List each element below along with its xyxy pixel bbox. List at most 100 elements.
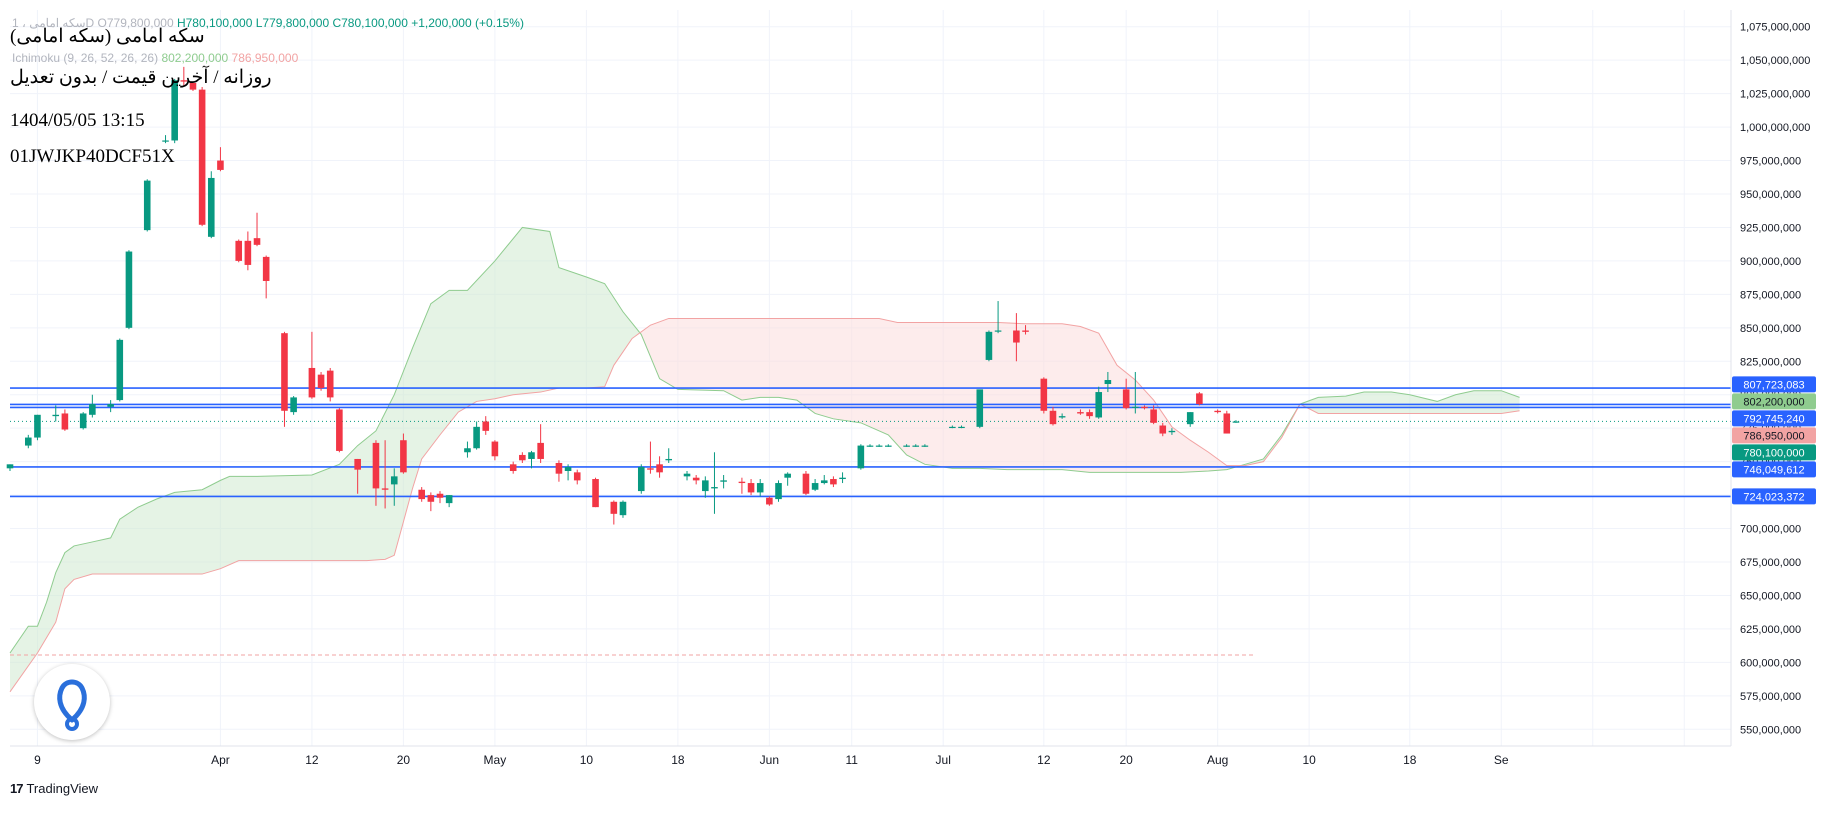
price-tick-label: 825,000,000 xyxy=(1740,356,1801,368)
candle-body xyxy=(1049,410,1057,425)
snapshot-code: 01JWJKP40DCF51X xyxy=(10,146,175,167)
candle-body xyxy=(1214,410,1221,413)
tradingview-name: TradingView xyxy=(26,781,99,796)
candle-body xyxy=(1132,406,1139,408)
candle-down xyxy=(610,500,618,525)
candle-up xyxy=(637,464,645,494)
candle-up xyxy=(290,396,297,415)
candle-body xyxy=(207,177,215,237)
price-chart[interactable]: 550,000,000 575,000,000 600,000,000 625,000… xyxy=(0,0,1836,809)
candle-body xyxy=(784,473,791,478)
candle-body xyxy=(253,238,261,245)
price-axis-label: 786,950,000 xyxy=(1732,427,1816,444)
close-value: C780,100,000 xyxy=(332,16,408,30)
price-tick-label: 675,000,000 xyxy=(1740,557,1801,569)
candle-body xyxy=(390,476,398,485)
price-axis-label-text: 792,745,240 xyxy=(1743,413,1804,425)
time-tick-label: 12 xyxy=(1037,753,1051,767)
tradingview-brand[interactable]: 17 TradingView xyxy=(10,781,98,796)
price-tick-label: 900,000,000 xyxy=(1740,256,1801,268)
candle-body xyxy=(1104,380,1112,385)
candle-body xyxy=(519,454,526,461)
candle-down xyxy=(491,440,499,461)
candle-body xyxy=(738,481,746,484)
candle-body xyxy=(198,89,206,225)
candle-body xyxy=(555,462,563,474)
candle-body xyxy=(1013,330,1020,343)
candle-down xyxy=(1196,392,1203,406)
candle-body xyxy=(683,473,691,477)
ichimoku-label[interactable]: Ichimoku (9, 26, 52, 26, 26) xyxy=(12,51,158,65)
candle-up xyxy=(756,479,764,497)
cloud-bearish xyxy=(641,318,1241,473)
candle-down xyxy=(436,491,444,504)
candle-body xyxy=(235,240,243,261)
candle-body xyxy=(665,458,673,461)
ichimoku-cloud xyxy=(9,226,1520,693)
time-tick-label: 10 xyxy=(1302,753,1316,767)
price-tick-label: 700,000,000 xyxy=(1740,524,1801,536)
candle-body xyxy=(25,437,32,446)
price-axis-label-text: 802,200,000 xyxy=(1743,396,1804,408)
time-tick-label: 18 xyxy=(671,753,685,767)
candle-body xyxy=(244,240,252,265)
candle-down xyxy=(418,487,425,502)
candle-down xyxy=(1223,410,1231,434)
candle-body xyxy=(116,339,124,401)
time-tick-label: 20 xyxy=(397,753,411,767)
candle-up xyxy=(720,475,727,489)
candle-body xyxy=(34,414,41,438)
price-tick-label: 950,000,000 xyxy=(1740,189,1801,201)
candle-down xyxy=(326,367,334,402)
price-tick-label: 625,000,000 xyxy=(1740,624,1801,636)
change-value: +1,200,000 (+0.15%) xyxy=(411,16,524,30)
price-axis-label-text: 807,723,083 xyxy=(1743,379,1804,391)
candle-body xyxy=(336,409,343,451)
candle-up xyxy=(875,444,883,447)
candle-body xyxy=(281,333,288,411)
price-axis-label: 802,200,000 xyxy=(1732,393,1816,410)
candle-body xyxy=(656,464,663,473)
time-tick-label: 10 xyxy=(580,753,594,767)
candle-down xyxy=(509,461,517,474)
candle-body xyxy=(1159,425,1167,434)
candle-body xyxy=(875,445,883,447)
candle-down xyxy=(738,477,746,494)
candle-up xyxy=(784,472,791,486)
time-tick-label: 11 xyxy=(845,753,858,767)
time-tick-label: 9 xyxy=(34,753,41,767)
candle-down xyxy=(802,471,810,496)
candle-down xyxy=(482,416,490,435)
candle-up xyxy=(207,171,215,239)
instrument-subtitle: روزانه / آخرین قیمت / بدون تعدیل xyxy=(10,67,272,88)
candle-down xyxy=(555,460,563,482)
candle-body xyxy=(482,421,490,431)
candle-body xyxy=(262,256,270,281)
price-tick-label: 1,075,000,000 xyxy=(1740,22,1810,34)
candle-body xyxy=(162,140,169,142)
candle-body xyxy=(692,477,700,481)
candle-body xyxy=(1196,393,1203,405)
candle-body xyxy=(89,404,96,415)
candle-body xyxy=(912,445,920,447)
price-labels: 807,723,083 802,200,000 792,745,240 786,950… xyxy=(1732,376,1816,505)
time-tick-label: Jul xyxy=(936,753,951,767)
candle-body xyxy=(1086,412,1093,417)
chart-root: 550,000,000 575,000,000 600,000,000 625,000… xyxy=(0,0,1836,809)
time-tick-label: Aug xyxy=(1207,753,1228,767)
candle-down xyxy=(747,479,755,496)
candle-up xyxy=(683,471,691,481)
candle-body xyxy=(756,483,764,493)
candle-up xyxy=(162,135,169,144)
candle-up xyxy=(528,450,535,469)
candle-down xyxy=(1214,409,1221,414)
candle-body xyxy=(885,445,892,447)
candle-body xyxy=(619,501,627,516)
price-tick-label: 650,000,000 xyxy=(1740,590,1801,602)
price-tick-label: 975,000,000 xyxy=(1740,156,1801,168)
candle-body xyxy=(326,370,334,398)
price-tick-label: 600,000,000 xyxy=(1740,657,1801,669)
price-axis-label: 780,100,000 xyxy=(1732,444,1816,461)
loop-logo-icon xyxy=(57,679,87,731)
candle-body xyxy=(958,426,965,429)
